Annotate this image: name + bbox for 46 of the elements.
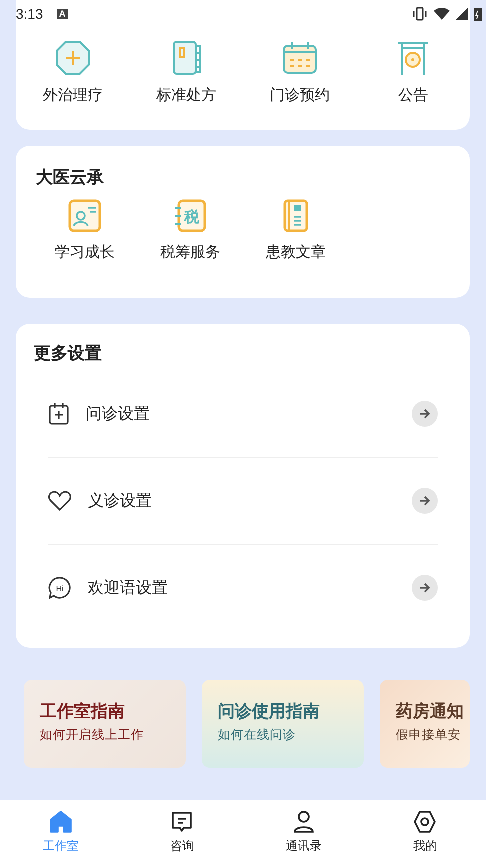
section-title: 大医云承	[36, 167, 105, 189]
person-icon	[292, 810, 316, 834]
arrow-right-icon	[419, 409, 431, 419]
nav-tab[interactable]: 我的	[364, 800, 486, 865]
octagon-plus-icon	[54, 40, 91, 76]
service-label[interactable]: 门诊预约	[270, 86, 330, 105]
banner-title: 问诊使用指南	[218, 701, 321, 723]
section-title: 更多设置	[34, 343, 103, 365]
notification-badge: A	[57, 9, 68, 19]
home-icon	[48, 810, 73, 834]
settings-icon	[413, 810, 438, 834]
guide-banner[interactable]: 工作室指南 如何开启线上工作	[24, 680, 186, 768]
message-icon	[170, 810, 194, 834]
calendar-icon	[282, 40, 318, 76]
banner-subtitle: 如何开启线上工作	[40, 727, 145, 744]
status-time: 3:13	[16, 6, 44, 22]
setting-label[interactable]: 欢迎语设置	[88, 578, 396, 598]
setting-label[interactable]: 义诊设置	[88, 490, 396, 512]
battery-icon	[474, 7, 482, 21]
service-label[interactable]: 标准处方	[156, 86, 216, 105]
arrow-right-icon	[419, 583, 431, 593]
banner-subtitle: 假申接单安	[396, 727, 462, 744]
signal-icon	[456, 8, 468, 20]
calendar-plus-icon	[48, 402, 70, 426]
arrow-button[interactable]	[412, 401, 438, 427]
service-label[interactable]: 患教文章	[266, 243, 326, 262]
guide-banner[interactable]: 药房通知 假申接单安	[380, 680, 470, 768]
banner-subtitle: 如何在线问诊	[218, 727, 297, 744]
arrow-button[interactable]	[412, 575, 438, 601]
arrow-button[interactable]	[412, 488, 438, 514]
setting-label[interactable]: 问诊设置	[86, 404, 396, 424]
wifi-icon	[434, 8, 450, 20]
nav-tab[interactable]: 咨询	[122, 800, 243, 865]
service-label[interactable]: 税筹服务	[160, 243, 220, 262]
profile-card-icon	[68, 199, 102, 233]
arrow-right-icon	[419, 496, 431, 506]
service-label[interactable]: 外治理疗	[42, 86, 103, 105]
service-label[interactable]: 学习成长	[54, 243, 115, 262]
vibrate-icon	[412, 7, 428, 21]
nav-tab[interactable]: 通讯录	[243, 800, 364, 865]
banner-title: 药房通知	[396, 701, 465, 723]
service-label[interactable]: 公告	[398, 86, 428, 105]
hi-chat-icon: Hi	[48, 576, 72, 600]
guide-banner[interactable]: 问诊使用指南 如何在线问诊	[202, 680, 364, 768]
banner-title: 工作室指南	[40, 701, 126, 723]
heart-icon	[48, 490, 72, 512]
